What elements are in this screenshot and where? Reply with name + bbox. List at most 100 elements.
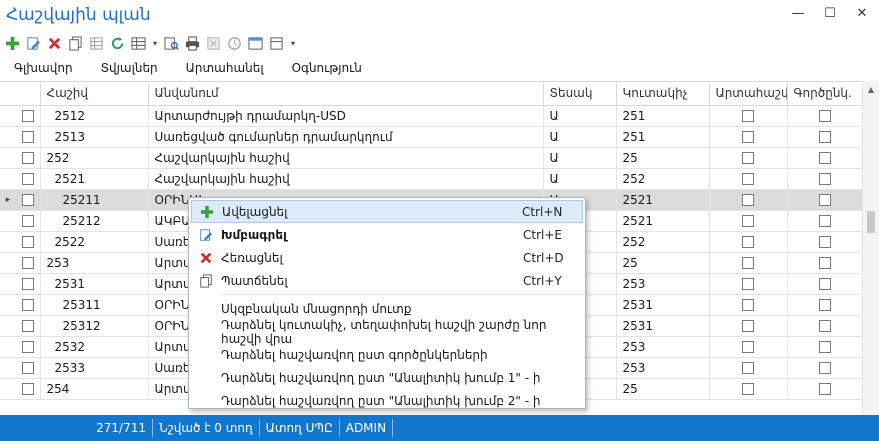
account-code: 2522 <box>40 231 149 253</box>
copy-icon <box>191 273 221 288</box>
partner-checkbox[interactable] <box>787 273 863 295</box>
context-item-by-partners[interactable]: Դարձնել հաշվառվող ըստ գործընկերների <box>191 343 583 366</box>
row-checkbox[interactable] <box>16 147 41 169</box>
partner-checkbox[interactable] <box>787 252 863 274</box>
offbalance-checkbox[interactable] <box>709 168 788 190</box>
context-item-make-accumulator[interactable]: Դարձնել կուտակիչ, տեղափոխել հաշվի շարժը … <box>191 318 583 346</box>
offbalance-checkbox[interactable] <box>709 147 788 169</box>
row-checkbox[interactable] <box>16 336 41 358</box>
menu-separator <box>221 294 583 295</box>
column-header-type[interactable]: Տեսակ <box>543 82 617 106</box>
row-indicator <box>0 231 16 253</box>
account-code: 25312 <box>40 315 149 337</box>
row-checkbox[interactable] <box>16 378 41 400</box>
partner-checkbox[interactable] <box>787 189 863 211</box>
export-icon[interactable] <box>205 35 222 52</box>
copy-icon[interactable] <box>67 35 84 52</box>
partner-checkbox[interactable] <box>787 126 863 148</box>
menu-item-help[interactable]: Օգնություն <box>278 58 376 80</box>
menu-item-data[interactable]: Տվյալներ <box>87 58 172 80</box>
delete-icon[interactable] <box>46 35 63 52</box>
print-icon[interactable] <box>184 35 201 52</box>
row-checkbox[interactable] <box>16 252 41 274</box>
context-item-label: Պատճենել <box>221 273 288 288</box>
filter-icon[interactable] <box>268 35 285 52</box>
partner-checkbox[interactable] <box>787 294 863 316</box>
offbalance-checkbox[interactable] <box>709 378 788 400</box>
scroll-up-icon[interactable]: ▲ <box>863 81 879 97</box>
row-checkbox[interactable] <box>16 168 41 190</box>
add-icon[interactable] <box>4 35 21 52</box>
row-checkbox[interactable] <box>16 315 41 337</box>
layout-icon[interactable] <box>247 35 264 52</box>
row-checkbox[interactable] <box>16 294 41 316</box>
offbalance-checkbox[interactable] <box>709 294 788 316</box>
partner-checkbox[interactable] <box>787 210 863 232</box>
maximize-icon[interactable]: ☐ <box>823 6 837 21</box>
row-checkbox[interactable] <box>16 273 41 295</box>
offbalance-checkbox[interactable] <box>709 315 788 337</box>
column-header-offbalance[interactable]: Արտահաշվ. <box>709 82 788 106</box>
account-accumulator: 253 <box>616 357 710 379</box>
context-item-delete[interactable]: Հեռացնել Ctrl+D <box>191 246 583 269</box>
menu-item-export[interactable]: Արտահանել <box>172 58 278 80</box>
offbalance-checkbox[interactable] <box>709 210 788 232</box>
row-checkbox[interactable] <box>16 210 41 232</box>
minimize-icon[interactable]: — <box>791 6 805 21</box>
row-checkbox[interactable] <box>16 105 41 127</box>
partner-checkbox[interactable] <box>787 105 863 127</box>
partner-checkbox[interactable] <box>787 147 863 169</box>
partner-checkbox[interactable] <box>787 378 863 400</box>
row-checkbox[interactable] <box>16 189 41 211</box>
account-accumulator: 253 <box>616 336 710 358</box>
offbalance-checkbox[interactable] <box>709 252 788 274</box>
partner-checkbox[interactable] <box>787 336 863 358</box>
table-view-icon[interactable] <box>130 35 147 52</box>
dropdown-arrow-icon[interactable]: ▾ <box>289 35 297 52</box>
context-item-add[interactable]: Ավելացնել Ctrl+N <box>191 200 583 223</box>
shortcut-label: Ctrl+Y <box>523 273 562 288</box>
menu-item-main[interactable]: Գլխավոր <box>0 58 87 80</box>
dropdown-arrow-icon[interactable]: ▾ <box>151 35 159 52</box>
add-icon <box>192 205 222 219</box>
context-item-label: Ավելացնել <box>222 204 288 219</box>
refresh-icon[interactable] <box>109 35 126 52</box>
context-item-edit[interactable]: Խմբագրել Ctrl+E <box>191 223 583 246</box>
copy-grid-icon[interactable] <box>88 35 105 52</box>
close-icon[interactable]: ✕ <box>855 6 869 21</box>
row-checkbox[interactable] <box>16 357 41 379</box>
column-header-code[interactable]: Հաշիվ <box>40 82 149 106</box>
partner-checkbox[interactable] <box>787 231 863 253</box>
scroll-thumb[interactable] <box>867 211 875 233</box>
offbalance-checkbox[interactable] <box>709 126 788 148</box>
table-row[interactable]: 252 Հաշվարկային հաշիվ Ա 25 <box>0 147 863 169</box>
column-header-accumulator[interactable]: Կուտակիչ <box>616 82 710 106</box>
table-row[interactable]: 2513 Սառեցված գումարներ դրամարկղում Ա 251 <box>0 126 863 148</box>
account-type: Ա <box>543 168 617 190</box>
context-item-analytic-group-1[interactable]: Դարձնել հաշվառվող ըստ "Անալիտիկ խումբ 1"… <box>191 366 583 389</box>
partner-checkbox[interactable] <box>787 168 863 190</box>
edit-icon[interactable] <box>25 35 42 52</box>
column-header-name[interactable]: Անվանում <box>148 82 544 106</box>
offbalance-checkbox[interactable] <box>709 357 788 379</box>
table-row[interactable]: 2512 Արտարժույթի դրամարկղ-USD Ա 251 <box>0 105 863 127</box>
offbalance-checkbox[interactable] <box>709 189 788 211</box>
partner-checkbox[interactable] <box>787 357 863 379</box>
offbalance-checkbox[interactable] <box>709 231 788 253</box>
offbalance-checkbox[interactable] <box>709 105 788 127</box>
account-type: Ա <box>543 126 617 148</box>
context-item-copy[interactable]: Պատճենել Ctrl+Y <box>191 269 583 292</box>
row-checkbox[interactable] <box>16 231 41 253</box>
table-row[interactable]: 2521 Հաշվարկային հաշիվ Ա 252 <box>0 168 863 190</box>
row-checkbox[interactable] <box>16 126 41 148</box>
partner-checkbox[interactable] <box>787 315 863 337</box>
preview-icon[interactable] <box>163 35 180 52</box>
column-header-partner[interactable]: Գործընկ. <box>787 82 863 106</box>
record-count: 271/711 <box>0 419 153 437</box>
vertical-scrollbar[interactable]: ▲ <box>862 81 879 415</box>
history-icon[interactable] <box>226 35 243 52</box>
account-accumulator: 2521 <box>616 189 710 211</box>
context-item-analytic-group-2[interactable]: Դարձնել հաշվառվող ըստ "Անալիտիկ խումբ 2"… <box>191 389 583 412</box>
offbalance-checkbox[interactable] <box>709 273 788 295</box>
offbalance-checkbox[interactable] <box>709 336 788 358</box>
